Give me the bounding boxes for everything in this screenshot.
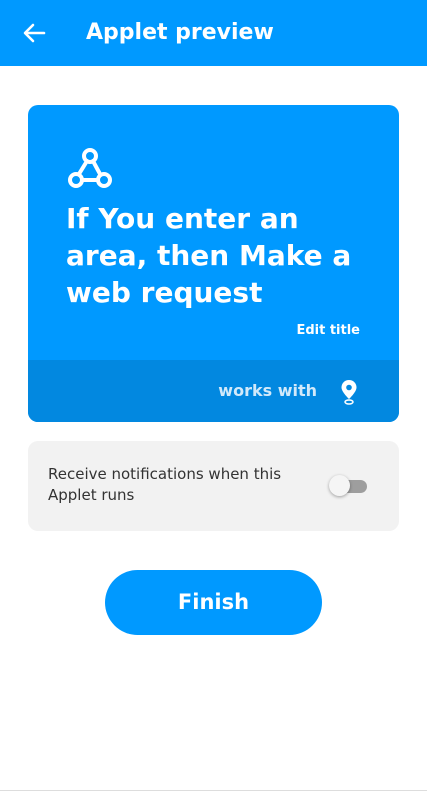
edit-title-link[interactable]: Edit title bbox=[296, 323, 360, 338]
finish-button[interactable]: Finish bbox=[105, 570, 322, 635]
works-with-label: works with bbox=[218, 381, 317, 400]
page-title: Applet preview bbox=[86, 20, 274, 45]
webhooks-icon bbox=[68, 148, 112, 188]
card-footer: works with bbox=[28, 360, 399, 422]
notifications-setting: Receive notifications when this Applet r… bbox=[28, 441, 399, 531]
app-header: Applet preview bbox=[0, 0, 427, 66]
arrow-left-icon bbox=[23, 23, 46, 43]
toggle-thumb bbox=[329, 475, 350, 496]
notifications-label: Receive notifications when this Applet r… bbox=[48, 465, 282, 504]
back-button[interactable] bbox=[18, 19, 50, 47]
bottom-divider bbox=[0, 790, 427, 791]
applet-preview-screen: Applet preview If You enter an area, the… bbox=[0, 0, 427, 793]
notifications-toggle[interactable] bbox=[329, 475, 367, 496]
location-icon bbox=[341, 380, 357, 405]
applet-card: If You enter an area, then Make a web re… bbox=[28, 105, 399, 422]
applet-title: If You enter an area, then Make a web re… bbox=[66, 202, 352, 309]
